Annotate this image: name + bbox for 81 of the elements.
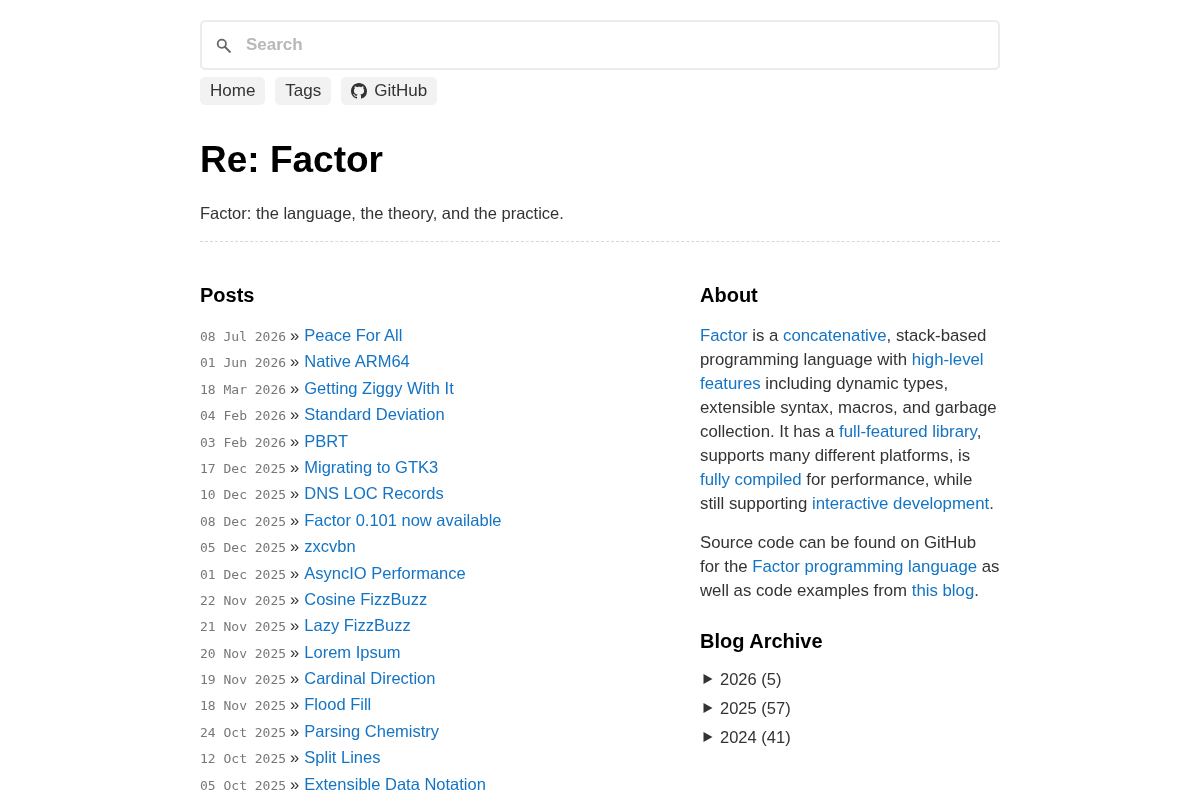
post-link[interactable]: zxcvbn (304, 533, 356, 560)
blog-title: Re: Factor (200, 138, 384, 182)
text-link[interactable]: blog (942, 581, 975, 600)
post-date: 03 Feb 2026 (200, 433, 287, 452)
date-separator: » (290, 773, 300, 795)
search-icon (216, 38, 231, 53)
post-date: 12 Oct 2025 (200, 750, 287, 769)
post-link[interactable]: Factor 0.101 now available (304, 506, 502, 534)
date-separator: » (290, 483, 300, 505)
date-separator: » (290, 351, 300, 373)
archive-year-toggle[interactable]: 2025 (57) (700, 694, 791, 722)
date-separator: » (290, 694, 300, 716)
text-link[interactable]: fully compiled (700, 470, 802, 489)
date-separator: » (290, 404, 300, 426)
post-link[interactable]: Migrating to GTK3 (304, 453, 439, 481)
post-link[interactable]: PBRT (304, 427, 348, 454)
post-link[interactable]: Flood Fill (304, 691, 372, 718)
post-link[interactable]: Peace For All (304, 322, 403, 349)
about-paragraph: Factor is a concatenative, stack-based programming language with high-level features including dynamic types, extensible syntax, macros, and garbage collection. It has a full-featured library, supports many different platforms, is fully compiled for performance, while still supporting interactive development. (700, 325, 998, 515)
text-link[interactable]: features (700, 374, 761, 393)
post-date: 24 Oct 2025 (200, 723, 287, 742)
text-link[interactable]: concatenative (783, 326, 887, 345)
date-separator: » (290, 615, 300, 637)
post-link[interactable]: Extensible Data Notation (304, 770, 486, 798)
post-link[interactable]: Lorem Ipsum (304, 638, 401, 666)
section-heading: Blog Archive (700, 629, 824, 654)
nav-link[interactable]: Home (200, 77, 266, 105)
date-separator: » (290, 668, 300, 690)
text-link[interactable]: this (911, 581, 938, 600)
post-date: 08 Dec 2025 (200, 512, 287, 531)
post-link[interactable]: Native ARM64 (304, 348, 410, 375)
blog-tagline: Factor: the language, the theory, and the practice. (200, 203, 565, 224)
date-separator: » (290, 456, 300, 478)
date-separator: » (290, 641, 300, 663)
post-date: 10 Dec 2025 (200, 486, 287, 505)
date-separator: » (290, 536, 300, 558)
date-separator: » (290, 509, 300, 531)
post-date: 05 Dec 2025 (200, 539, 287, 558)
archive-year-toggle[interactable]: 2026 (5) (700, 665, 782, 693)
post-date: 19 Nov 2025 (200, 671, 287, 690)
post-date: 20 Nov 2025 (200, 644, 287, 663)
about-paragraph: Source code can be found on GitHub for the Factor programming language as well as code examples from this blog. (700, 532, 1000, 602)
post-date: 18 Nov 2025 (200, 697, 287, 716)
post-date: 04 Feb 2026 (200, 407, 287, 426)
archive-year-toggle[interactable]: 2024 (41) (700, 723, 791, 751)
post-date: 18 Mar 2026 (200, 380, 287, 399)
text-link[interactable]: Factor programming language (752, 557, 978, 576)
post-date: 05 Oct 2025 (200, 776, 287, 795)
section-heading: Posts (200, 283, 256, 308)
post-link[interactable]: Lazy FizzBuzz (304, 612, 411, 639)
cat-icon (351, 83, 368, 99)
post-link[interactable]: Parsing Chemistry (304, 717, 440, 745)
date-separator: » (290, 325, 300, 346)
nav-link[interactable]: GitHub (341, 77, 438, 105)
section-heading: About (700, 283, 759, 308)
date-separator: » (290, 720, 300, 742)
text-link[interactable]: high-level (911, 350, 984, 369)
nav-link[interactable]: Tags (275, 77, 332, 105)
text-link[interactable]: full-featured library (839, 422, 977, 441)
post-date: 17 Dec 2025 (200, 459, 287, 478)
text-link[interactable]: development (893, 494, 990, 513)
post-date: 22 Nov 2025 (200, 591, 287, 610)
post-date: 08 Jul 2026 (200, 328, 287, 346)
date-separator: » (290, 747, 300, 769)
post-date: 01 Jun 2026 (200, 354, 287, 373)
post-link[interactable]: Cardinal Direction (304, 665, 436, 692)
post-date: 21 Nov 2025 (200, 618, 287, 637)
post-link[interactable]: Split Lines (304, 744, 381, 771)
date-separator: » (290, 588, 300, 610)
search-field[interactable]: Search (200, 20, 1000, 70)
date-separator: » (290, 562, 300, 584)
post-link[interactable]: Getting Ziggy With It (304, 374, 454, 402)
post-link[interactable]: Standard Deviation (304, 401, 445, 428)
post-link[interactable]: AsyncIO Performance (304, 559, 466, 586)
text-link[interactable]: Factor (700, 326, 748, 345)
post-date: 01 Dec 2025 (200, 565, 287, 584)
text-link[interactable]: interactive (811, 494, 889, 513)
date-separator: » (290, 377, 300, 399)
post-link[interactable]: Cosine FizzBuzz (304, 585, 428, 613)
post-link[interactable]: DNS LOC Records (304, 480, 444, 507)
date-separator: » (290, 430, 300, 452)
